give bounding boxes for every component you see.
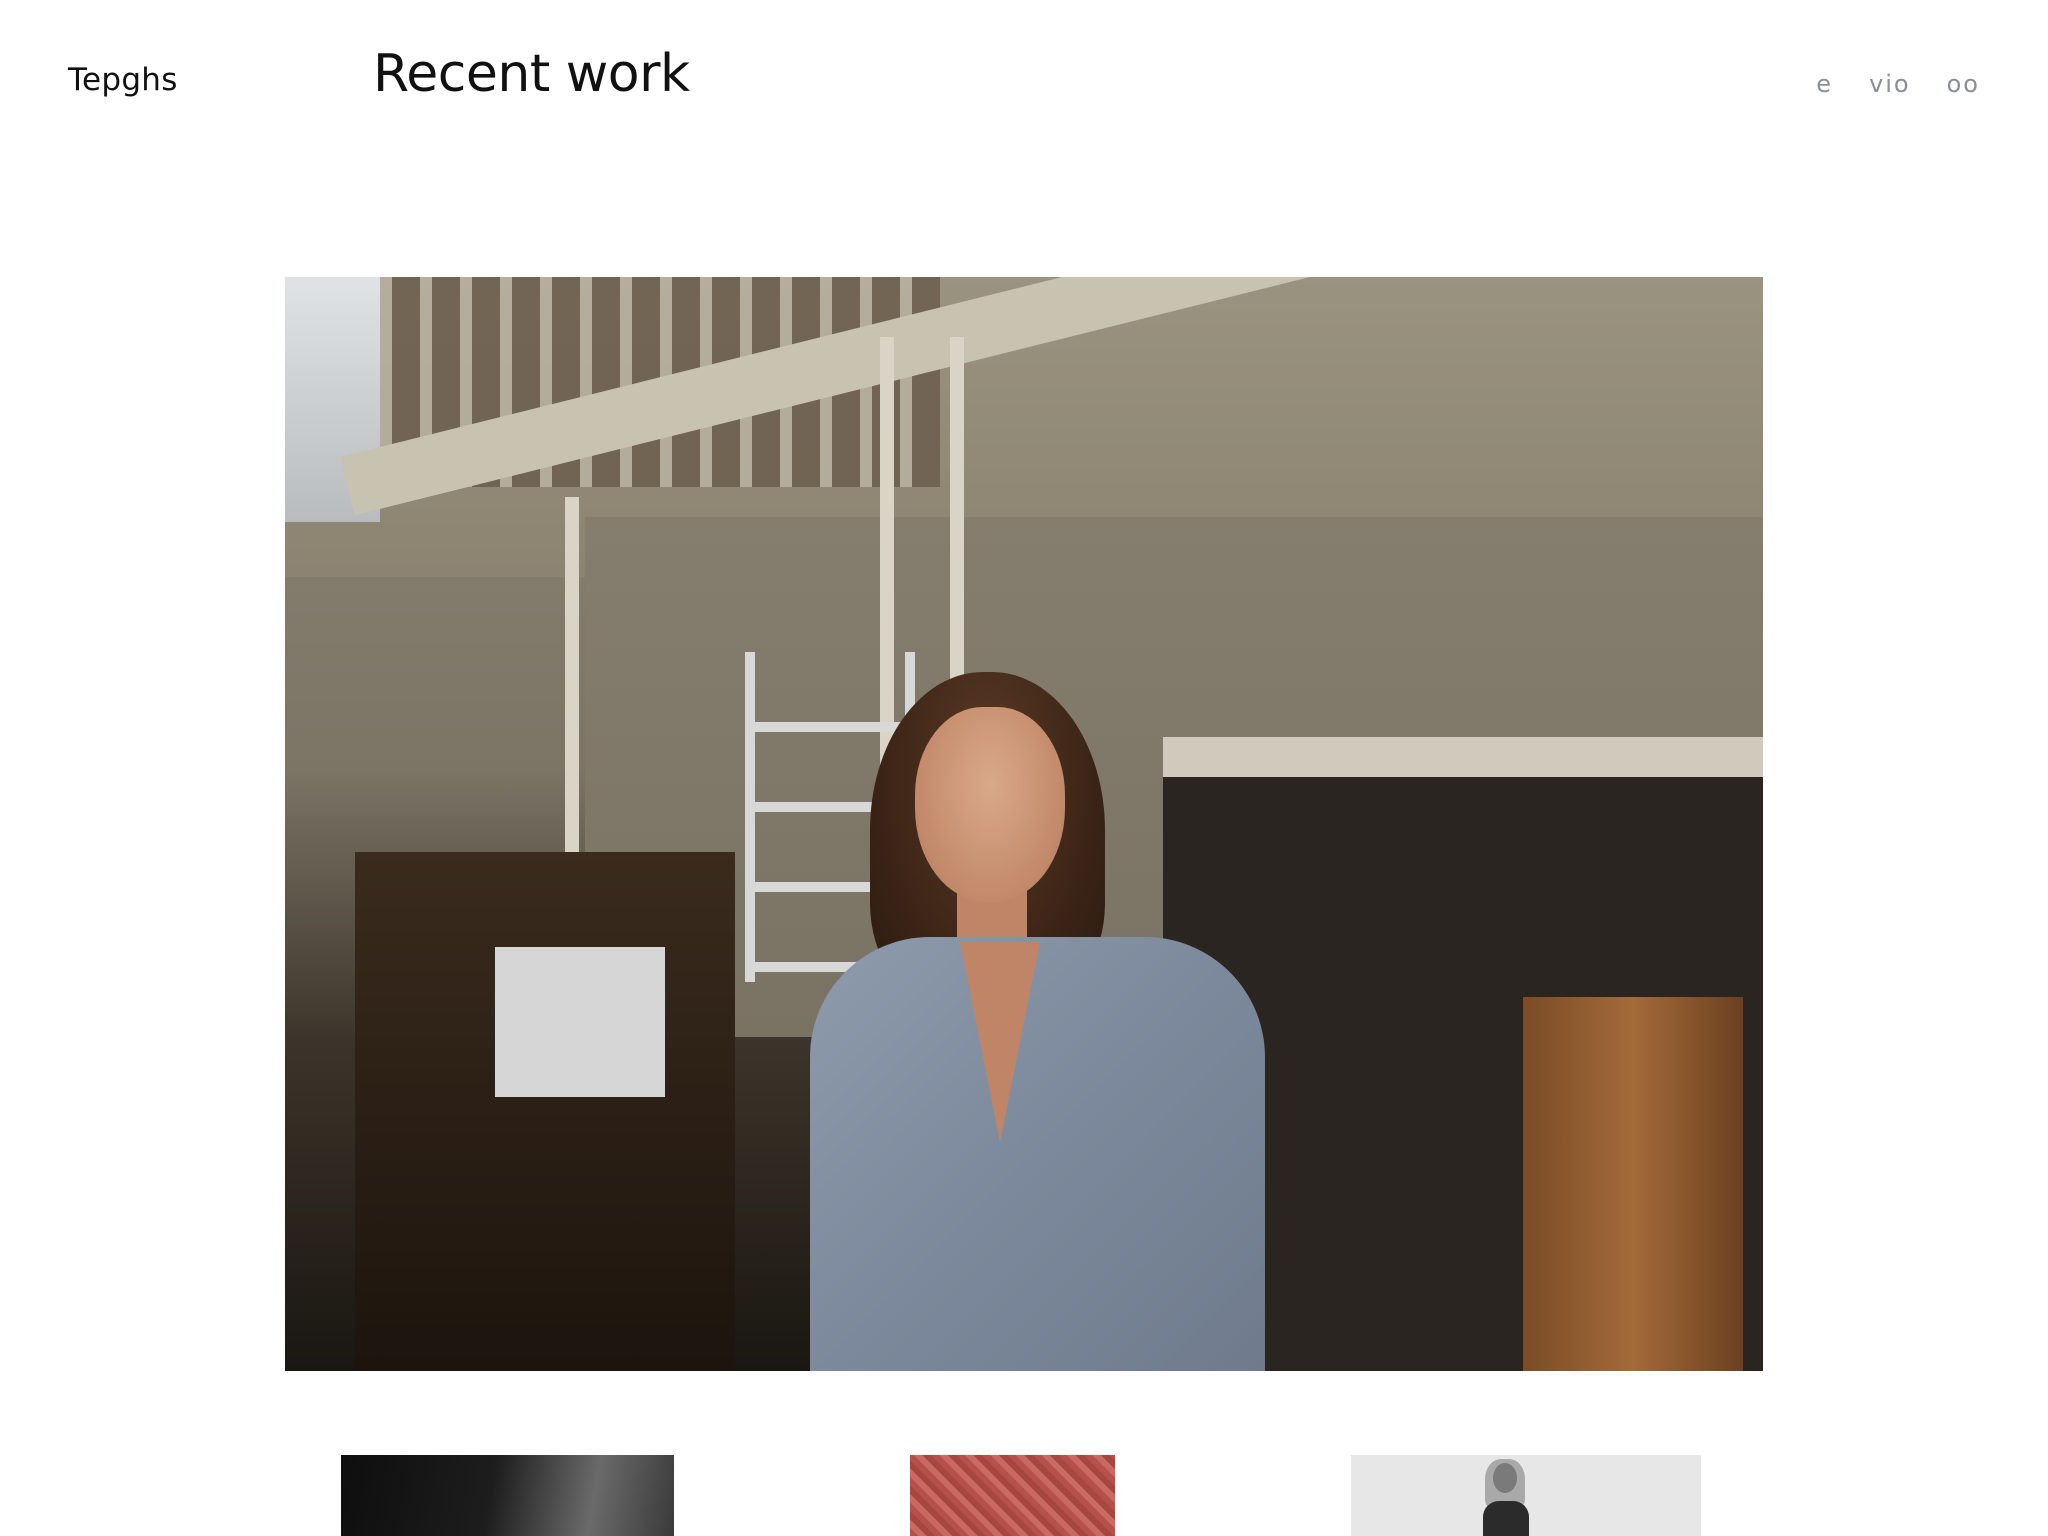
hero-person-face [915,707,1065,902]
thumbnail-3[interactable] [1351,1455,1701,1536]
hero-photo[interactable] [285,277,1763,1371]
nav-item-2[interactable]: vio [1869,70,1911,98]
thumbnail-figure-head [1493,1463,1517,1493]
top-nav: e vio oo [1816,70,1980,98]
page-title: Recent work [373,44,690,104]
brand-logo[interactable]: Tepghs [68,62,178,98]
hero-shirt-neckline [960,942,1040,1142]
nav-item-1[interactable]: e [1816,70,1833,98]
hero-wood-crate [1523,997,1743,1371]
thumbnail-1[interactable] [341,1455,674,1536]
thumbnail-figure-body [1483,1501,1529,1536]
hero-white-box [495,947,665,1097]
thumbnail-2[interactable] [910,1455,1115,1536]
nav-item-3[interactable]: oo [1947,70,1980,98]
thumbnail-figure [1475,1455,1535,1536]
hero-crates [355,852,735,1371]
